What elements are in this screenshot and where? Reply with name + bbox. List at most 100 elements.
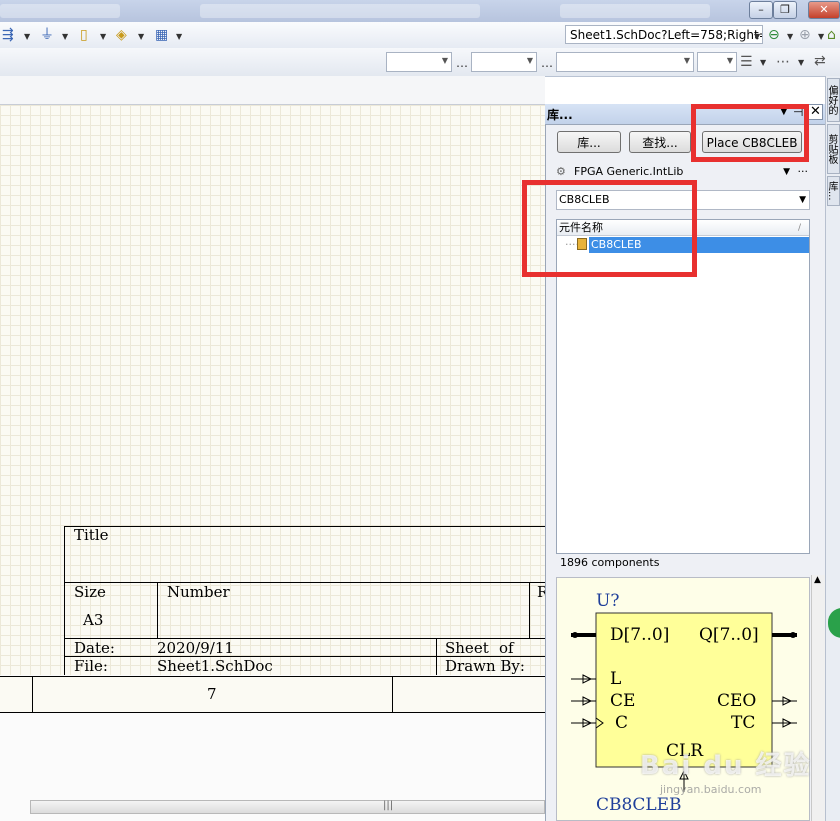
pin-label-q: Q[7..0] <box>699 625 759 645</box>
main-toolbar: ⇶ ▼ ⏚ ▼ ▯ ▼ ◈ ▼ ▦ ▼ Sheet1.SchDoc?Left=7… <box>0 22 840 49</box>
sheet-border-zone: 7 <box>0 676 545 713</box>
home-icon[interactable]: ⌂ <box>827 27 836 43</box>
libraries-button[interactable]: 库... <box>557 131 621 153</box>
schematic-sheet[interactable]: Title Size A3 Number R Date: 2020/9/11 S… <box>0 105 548 675</box>
panel-header: 库... ▼ ⊣ ✕ <box>545 104 825 125</box>
chevron-down-icon: ▼ <box>726 56 733 65</box>
component-icon <box>577 238 587 250</box>
date-label: Date: <box>74 639 115 657</box>
combo-box[interactable]: ▼ <box>386 52 452 72</box>
chevron-down-icon[interactable]: ▼ <box>176 32 182 41</box>
maximize-button[interactable]: ❐ <box>773 1 797 19</box>
chevron-down-icon: ▼ <box>526 56 533 65</box>
pin-label-l: L <box>610 669 622 689</box>
combo-box[interactable]: ▼ <box>697 52 737 72</box>
file-label: File: <box>74 657 108 675</box>
zone-number: 7 <box>207 685 217 703</box>
library-name: FPGA Generic.IntLib <box>574 165 684 178</box>
more-icon[interactable]: … <box>456 56 468 70</box>
library-selector[interactable]: ⚙ FPGA Generic.IntLib ▼ ··· <box>556 162 810 182</box>
chevron-down-icon[interactable]: ▼ <box>818 32 824 41</box>
pin-label-d: D[7..0] <box>610 625 670 645</box>
chevron-down-icon[interactable]: ▼ <box>100 32 106 41</box>
part-icon[interactable]: ▯ <box>80 27 88 43</box>
pin-label-ce: CE <box>610 691 636 711</box>
ground-icon[interactable]: ⏚ <box>40 27 54 43</box>
scroll-up-icon[interactable]: ▲ <box>814 575 821 585</box>
designator-label: U? <box>596 591 620 611</box>
chevron-down-icon[interactable]: ▼ <box>799 191 806 209</box>
title-label: Title <box>74 526 109 544</box>
date-value: 2020/9/11 <box>157 639 234 657</box>
chevron-down-icon: ▼ <box>441 56 448 65</box>
align-icon[interactable]: ☰ <box>740 54 753 70</box>
pin-label-ceo: CEO <box>717 691 757 711</box>
grid-icon[interactable]: ▦ <box>155 27 168 43</box>
pin-label-tc: TC <box>731 713 756 733</box>
title-block-border <box>64 526 545 527</box>
list-column-header[interactable]: 元件名称 / <box>557 220 809 236</box>
port-icon[interactable]: ◈ <box>116 27 127 43</box>
title-block-line <box>436 638 437 675</box>
zone-divider <box>392 677 393 712</box>
sort-icon: / <box>797 223 801 233</box>
forward-arrow-icon[interactable]: ⊕ <box>799 27 811 43</box>
side-tab-libraries[interactable]: 库... <box>826 176 840 206</box>
place-component-button[interactable]: Place CB8CLEB <box>702 131 802 153</box>
size-value: A3 <box>83 611 104 629</box>
of-label: of <box>499 639 514 657</box>
scroll-grip-icon: ||| <box>383 800 394 811</box>
watermark-logo: Bai du 经验 <box>640 751 812 781</box>
list-item[interactable]: CB8CLEB <box>589 237 809 253</box>
chevron-down-icon[interactable]: ▼ <box>798 58 804 67</box>
horizontal-scrollbar[interactable]: ||| <box>30 800 545 814</box>
title-block-line <box>157 582 158 638</box>
title-block-line <box>529 582 530 638</box>
title-blur <box>200 4 480 18</box>
component-list[interactable]: 元件名称 / ···· CB8CLEB <box>556 219 810 554</box>
chevron-down-icon[interactable]: ▼ <box>138 32 144 41</box>
pin-icon[interactable]: ⊣ <box>793 105 803 119</box>
more-options-icon[interactable]: ··· <box>798 162 809 182</box>
more-icon[interactable]: … <box>541 56 553 70</box>
component-filter-input[interactable]: CB8CLEB ▼ <box>556 190 810 210</box>
window-title-bar: – ❐ ✕ <box>0 0 840 22</box>
panel-title: 库... <box>547 108 573 122</box>
combo-box[interactable]: ▼ <box>556 52 694 72</box>
zone-divider <box>32 677 33 712</box>
library-icon: ⚙ <box>556 165 566 178</box>
close-button[interactable]: ✕ <box>808 1 840 19</box>
chevron-down-icon[interactable]: ▼ <box>62 32 68 41</box>
title-block-line <box>64 582 545 583</box>
back-arrow-icon[interactable]: ⊖ <box>768 27 780 43</box>
side-dock-tabs: 偏好的 剪贴板 库... <box>825 76 840 821</box>
chevron-down-icon[interactable]: ▼ <box>760 58 766 67</box>
chevron-down-icon[interactable]: ▼ <box>24 32 30 41</box>
sheet-label: Sheet <box>445 639 489 657</box>
floating-green-icon[interactable] <box>828 608 840 638</box>
drawn-by-label: Drawn By: <box>445 657 525 675</box>
side-tab-favorites[interactable]: 偏好的 <box>826 78 840 122</box>
side-tab-clipboard[interactable]: 剪贴板 <box>826 124 840 174</box>
combo-box[interactable]: ▼ <box>471 52 537 72</box>
chevron-down-icon[interactable]: ▼ <box>787 32 793 41</box>
chevron-down-icon[interactable]: ▼ <box>783 162 790 182</box>
bus-icon[interactable]: ⇶ <box>2 27 14 43</box>
component-count: 1896 components <box>560 556 660 569</box>
component-name-label: CB8CLEB <box>596 795 682 815</box>
title-blur <box>0 4 120 18</box>
chevron-down-icon: ▼ <box>683 56 690 65</box>
preview-vertical-scrollbar[interactable]: ▲ <box>811 575 826 821</box>
secondary-toolbar: ▼ … ▼ … ▼ ▼ ☰ ▼ ⋯ ▼ ⇄ <box>0 48 840 77</box>
search-button[interactable]: 查找... <box>629 131 691 153</box>
title-block-border <box>64 526 65 675</box>
filter-value: CB8CLEB <box>559 193 610 206</box>
chevron-down-icon[interactable]: ▼ <box>754 32 760 41</box>
title-blur <box>560 4 710 18</box>
panel-menu-icon[interactable]: ▼ <box>780 106 788 117</box>
close-panel-icon[interactable]: ✕ <box>808 104 823 120</box>
distribute-icon[interactable]: ⋯ <box>776 54 790 70</box>
swap-icon[interactable]: ⇄ <box>814 53 826 69</box>
document-path-field[interactable]: Sheet1.SchDoc?Left=758;Right= <box>565 25 763 44</box>
minimize-button[interactable]: – <box>749 1 773 19</box>
